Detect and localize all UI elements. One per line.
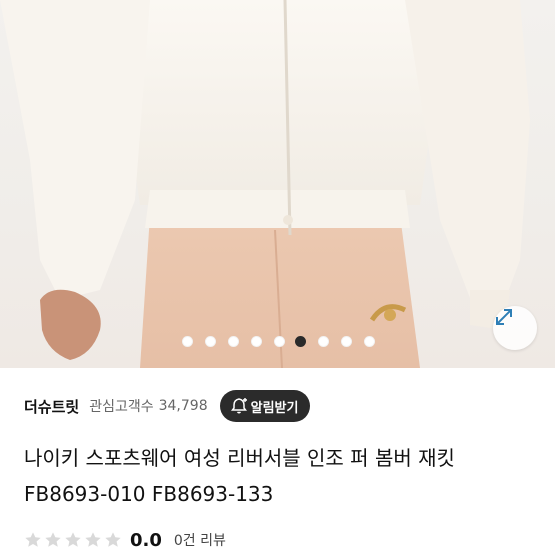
carousel-dot[interactable] xyxy=(318,336,329,347)
expand-image-button[interactable] xyxy=(493,306,537,350)
carousel-dot[interactable] xyxy=(341,336,352,347)
carousel-dot[interactable] xyxy=(228,336,239,347)
carousel-dot[interactable] xyxy=(182,336,193,347)
carousel-dot[interactable] xyxy=(251,336,262,347)
alarm-subscribe-button[interactable]: 알림받기 xyxy=(219,390,311,422)
carousel-dot-active[interactable] xyxy=(295,336,306,347)
star-icon xyxy=(45,532,61,547)
product-image-carousel[interactable] xyxy=(0,0,555,368)
star-rating xyxy=(24,531,122,549)
product-title: 나이키 스포츠웨어 여성 리버서블 인조 퍼 봄버 재킷 FB8693-010 … xyxy=(24,446,455,506)
bell-plus-icon xyxy=(230,398,247,414)
followers-label: 관심고객수 xyxy=(89,399,154,415)
rating-score: 0.0 xyxy=(130,529,162,551)
star-icon xyxy=(65,532,81,547)
alarm-button-label: 알림받기 xyxy=(250,400,299,416)
carousel-dot[interactable] xyxy=(274,336,285,347)
product-photo xyxy=(0,0,530,368)
store-name[interactable]: 더슈트릿 xyxy=(24,396,79,417)
carousel-dot[interactable] xyxy=(205,336,216,347)
followers-count: 34,798 xyxy=(158,398,208,414)
expand-arrows-icon xyxy=(496,309,512,325)
star-icon xyxy=(105,532,121,547)
carousel-page-indicator xyxy=(0,336,555,348)
review-count-link[interactable]: 0건 리뷰 xyxy=(174,530,226,550)
store-info-row: 더슈트릿 관심고객수 34,798 알림받기 xyxy=(0,380,555,432)
rating-row: 0.0 0건 리뷰 xyxy=(24,526,226,554)
star-icon xyxy=(85,532,101,547)
carousel-dot[interactable] xyxy=(364,336,375,347)
star-icon xyxy=(25,532,41,547)
